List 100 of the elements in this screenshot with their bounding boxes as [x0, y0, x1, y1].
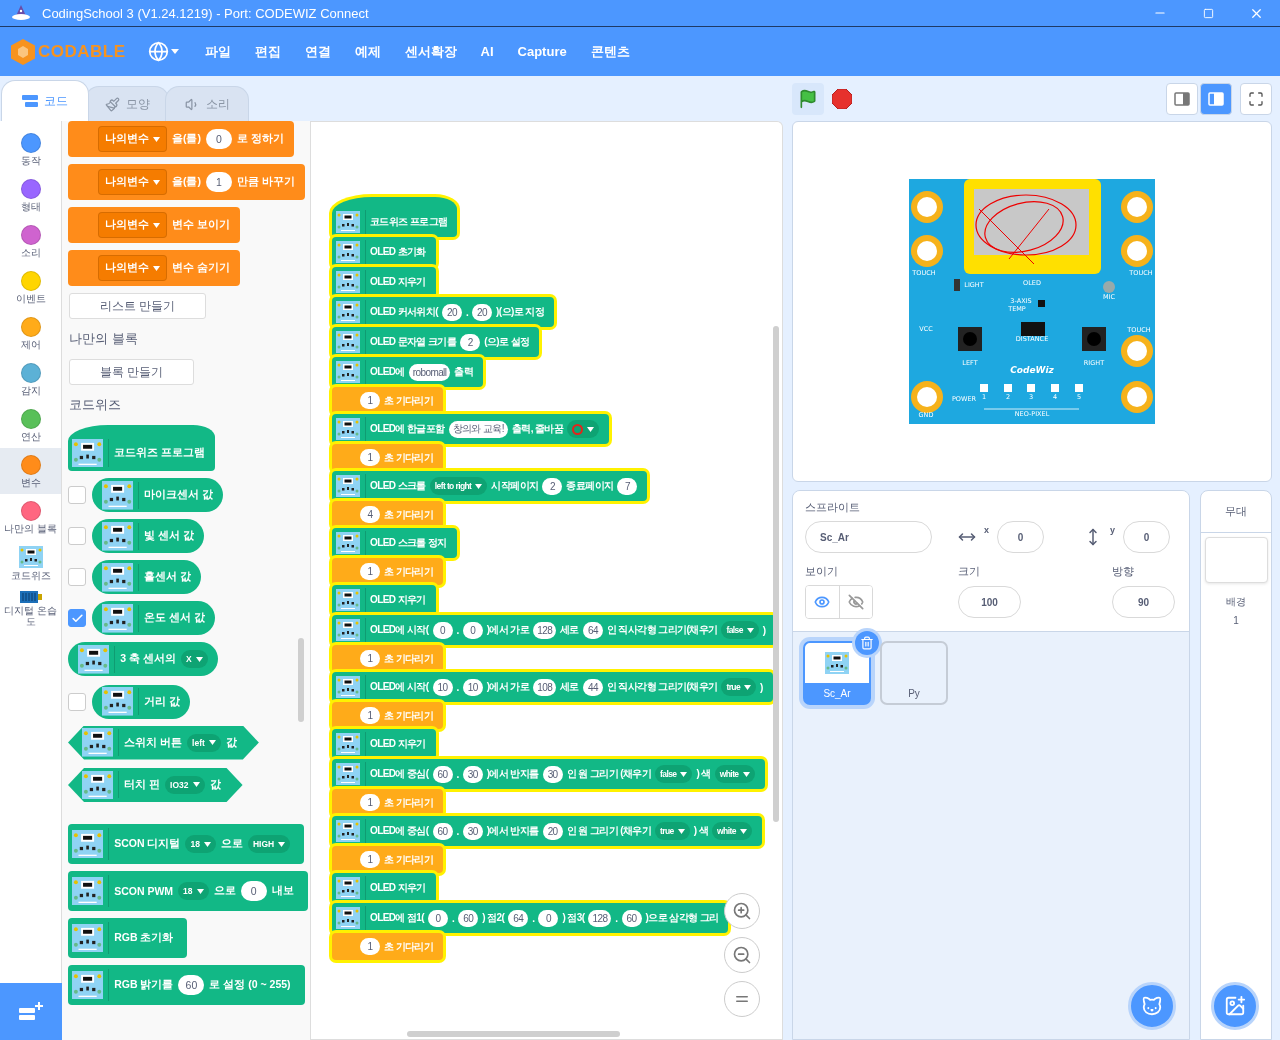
number-input[interactable]: 1 [360, 938, 380, 955]
palette-button[interactable]: 블록 만들기 [69, 359, 195, 385]
color-dropdown[interactable] [567, 420, 600, 438]
number-input[interactable]: 1 [206, 172, 232, 192]
category-item[interactable]: 이벤트 [0, 264, 61, 310]
category-item[interactable]: 나만의 블록 [0, 494, 61, 540]
number-input[interactable]: 60 [621, 909, 642, 927]
number-input[interactable]: 128 [533, 621, 557, 639]
number-input[interactable]: 64 [508, 909, 529, 927]
run-flag-button[interactable] [792, 82, 824, 115]
code-block[interactable]: OLED에 점1( 0 . 60 ) 점2( 64 . 0 ) 점3( 128 . 60 )으로 삼각형 그리 [332, 903, 729, 933]
checkbox[interactable] [68, 609, 86, 628]
category-item[interactable]: 형태 [0, 172, 61, 218]
category-item[interactable]: 제어 [0, 310, 61, 356]
palette-button[interactable]: 리스트 만들기 [69, 293, 207, 319]
category-item[interactable]: 코드위즈 [0, 540, 61, 586]
number-input[interactable]: 20 [472, 303, 493, 321]
number-input[interactable]: 1 [360, 449, 380, 466]
number-input[interactable]: 0 [428, 909, 449, 927]
text-input[interactable]: 창의와 교육! [448, 420, 508, 438]
code-block[interactable]: OLED 스크롤 left to right 시작페이지 2 종료페이지 7 [332, 471, 648, 501]
text-input[interactable]: robomall [408, 363, 451, 381]
stage-size-button[interactable] [1200, 82, 1232, 115]
number-input[interactable]: 1 [360, 392, 380, 409]
block-label: 을(를) [172, 132, 201, 146]
x-field[interactable]: 0 [997, 521, 1044, 553]
code-block[interactable]: 1 초 기다리기 [332, 933, 444, 960]
caret-icon [203, 841, 211, 847]
scrollbar[interactable] [773, 326, 779, 822]
number-input[interactable]: 7 [617, 477, 638, 495]
palette-block[interactable]: RGB 밝기를 60 로 설정 (0 ~ 255) [68, 965, 305, 1006]
language-menu[interactable] [147, 41, 179, 62]
y-field[interactable]: 0 [1123, 521, 1170, 553]
number-input[interactable]: 20 [542, 822, 563, 840]
sprite-name-field[interactable]: Sc_Ar [805, 521, 932, 553]
block-label: 로 정하기 [237, 132, 284, 146]
number-input[interactable]: 60 [458, 909, 479, 927]
number-input[interactable]: 30 [462, 765, 483, 783]
size-field[interactable]: 100 [958, 586, 1021, 618]
checkbox[interactable] [68, 568, 86, 587]
number-input[interactable]: 1 [360, 851, 380, 868]
code-block[interactable]: OLED에 robomall 출력 [332, 357, 484, 387]
code-block[interactable]: OLED 커서위치( 20 . 20 )(으)로 지정 [332, 297, 555, 327]
checkbox[interactable] [68, 527, 86, 546]
palette-block[interactable]: 나의변수 을(를) 0 로 정하기 [68, 121, 294, 157]
number-input[interactable]: 0 [538, 909, 559, 927]
number-input[interactable]: 60 [432, 822, 453, 840]
zoom-out-button[interactable] [724, 937, 760, 973]
delete-button[interactable] [855, 631, 879, 655]
checkbox[interactable] [68, 692, 86, 711]
sprite-tile[interactable]: Py [880, 641, 948, 705]
scrollbar[interactable] [407, 1031, 620, 1037]
number-input[interactable]: 1 [360, 563, 380, 580]
number-input[interactable]: 0 [432, 621, 453, 639]
code-block[interactable]: OLED에 중심( 60 . 30 )에서 반지름 30 인 원 그리기 (채우기 false ) 색 white [332, 759, 765, 789]
number-input[interactable]: 64 [582, 621, 603, 639]
add-extension-button[interactable] [0, 983, 62, 1040]
checkbox[interactable] [68, 486, 86, 505]
number-input[interactable]: 1 [360, 794, 380, 811]
number-input[interactable]: 2 [460, 333, 481, 351]
number-input[interactable]: 4 [360, 506, 380, 523]
palette-block[interactable]: 나의변수 을(를) 1 만큼 바꾸기 [68, 164, 305, 200]
number-input[interactable]: 20 [441, 303, 462, 321]
code-block[interactable]: OLED에 한글포함 창의와 교육! 출력, 줄바꿈 [332, 414, 610, 444]
number-input[interactable]: 44 [582, 678, 603, 696]
number-input[interactable]: 108 [533, 678, 557, 696]
stage-size-button[interactable] [1166, 82, 1198, 115]
number-input[interactable]: 10 [462, 678, 483, 696]
number-input[interactable]: 1 [360, 707, 380, 724]
number-input[interactable]: 0 [206, 129, 232, 149]
code-block[interactable]: OLED 문자열 크기를 2 (으)로 설정 [332, 327, 540, 357]
fullscreen-button[interactable] [1240, 82, 1272, 115]
number-input[interactable]: 60 [178, 975, 205, 996]
scrollbar[interactable] [298, 638, 304, 722]
hide-button[interactable] [838, 586, 872, 618]
code-block[interactable]: OLED에 중심( 60 . 30 )에서 반지름 20 인 원 그리기 (채우기 true ) 색 white [332, 816, 762, 846]
number-input[interactable]: 1 [360, 650, 380, 667]
number-input[interactable]: 128 [588, 909, 612, 927]
number-input[interactable]: 60 [432, 765, 453, 783]
category-item[interactable]: 동작 [0, 126, 61, 172]
direction-field[interactable]: 90 [1112, 586, 1175, 618]
category-item[interactable]: 감지 [0, 356, 61, 402]
zoom-in-button[interactable] [724, 893, 760, 929]
category-item[interactable]: 연산 [0, 402, 61, 448]
category-item[interactable]: 변수 [0, 448, 61, 494]
number-input[interactable]: 2 [542, 477, 563, 495]
zoom-reset-button[interactable] [724, 981, 760, 1017]
number-input[interactable]: 0 [240, 881, 267, 902]
palette-block[interactable]: SCON PWM 18 으로 0 내보 [68, 871, 308, 912]
number-input[interactable]: 0 [462, 621, 483, 639]
category-item[interactable]: 소리 [0, 218, 61, 264]
code-block[interactable]: OLED에 시작( 0 . 0 )에서 가로 128 세로 64 인 직사각형 그리기(채우기 false ) [332, 615, 776, 645]
number-input[interactable]: 30 [542, 765, 563, 783]
number-input[interactable]: 30 [462, 822, 483, 840]
board-icon [18, 545, 43, 568]
number-input[interactable]: 10 [432, 678, 453, 696]
category-item[interactable]: 디지털 온습도 [0, 586, 61, 632]
block-label: (으)로 설정 [484, 335, 530, 349]
code-block[interactable]: OLED에 시작( 10 . 10 )에서 가로 108 세로 44 인 직사각형 그리기(채우기 true ) [332, 672, 773, 702]
backdrop-thumbnail[interactable] [1204, 537, 1268, 583]
